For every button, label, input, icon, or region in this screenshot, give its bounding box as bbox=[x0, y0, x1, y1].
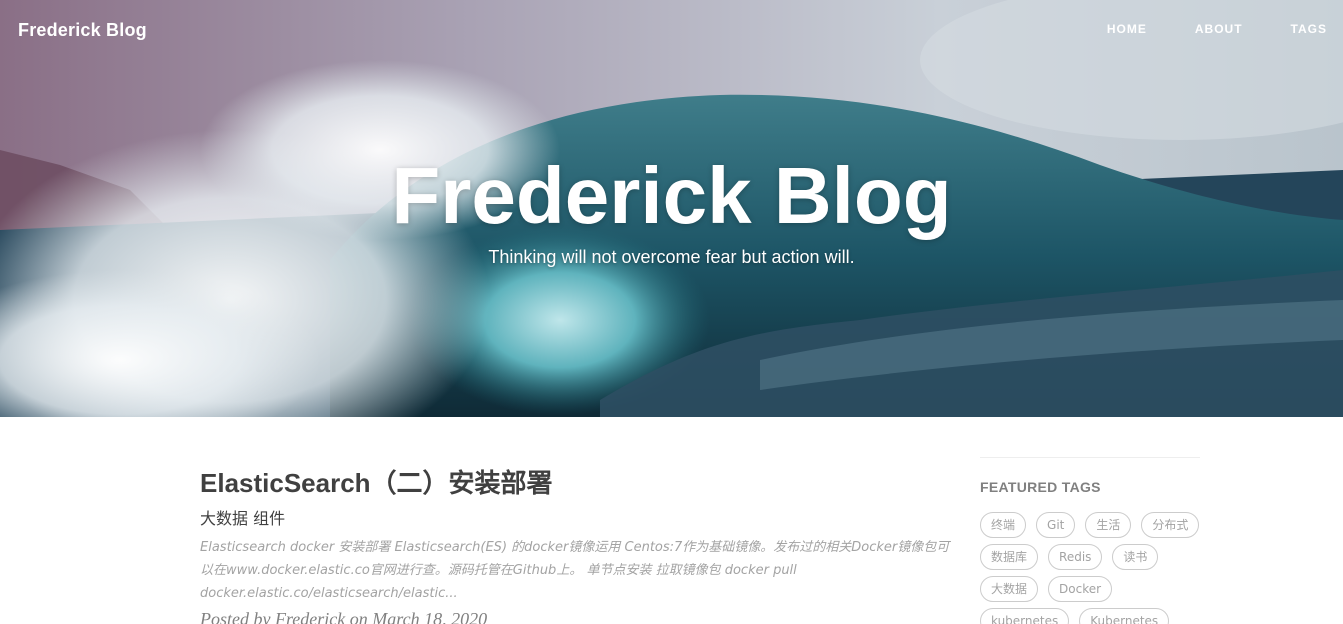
tag-link[interactable]: 生活 bbox=[1085, 512, 1132, 538]
top-nav: HOME ABOUT TAGS bbox=[1059, 22, 1327, 36]
tag-link[interactable]: Git bbox=[1036, 512, 1076, 538]
site-heading: Frederick Blog Thinking will not overcom… bbox=[0, 150, 1343, 270]
post-subtitle: 大数据 组件 bbox=[200, 509, 286, 528]
nav-link-tags[interactable]: TAGS bbox=[1291, 22, 1327, 36]
tag-link[interactable]: 分布式 bbox=[1141, 512, 1200, 538]
sidebar: FEATURED TAGS 终端 Git 生活 分布式 数据库 Redis 读书… bbox=[980, 457, 1200, 624]
tag-link[interactable]: Docker bbox=[1048, 576, 1113, 602]
tag-link[interactable]: 终端 bbox=[980, 512, 1027, 538]
post-meta: Posted by Frederick on March 18, 2020 bbox=[200, 609, 488, 624]
nav-link-home[interactable]: HOME bbox=[1107, 22, 1147, 36]
brand-link[interactable]: Frederick Blog bbox=[18, 20, 147, 41]
hero-header: Frederick Blog HOME ABOUT TAGS Frederick… bbox=[0, 0, 1343, 417]
tag-link[interactable]: 大数据 bbox=[980, 576, 1039, 602]
featured-tags-list: 终端 Git 生活 分布式 数据库 Redis 读书 大数据 Docker ku… bbox=[980, 512, 1210, 624]
tag-link[interactable]: Kubernetes bbox=[1079, 608, 1170, 624]
post-title-link[interactable]: ElasticSearch（二）安装部署 bbox=[200, 466, 955, 500]
post-excerpt: Elasticsearch docker 安装部署 Elasticsearch(… bbox=[200, 540, 950, 601]
sidebar-divider bbox=[980, 457, 1200, 458]
site-subtitle: Thinking will not overcome fear but acti… bbox=[488, 247, 855, 267]
site-title: Frederick Blog bbox=[391, 151, 952, 240]
tag-link[interactable]: kubernetes bbox=[980, 608, 1070, 624]
featured-tags-heading: FEATURED TAGS bbox=[980, 479, 1101, 495]
post-preview: ElasticSearch（二）安装部署 大数据 组件 Elasticsearc… bbox=[200, 466, 955, 624]
nav-link-about[interactable]: ABOUT bbox=[1195, 22, 1243, 36]
tag-link[interactable]: 读书 bbox=[1112, 544, 1159, 570]
tag-link[interactable]: Redis bbox=[1048, 544, 1103, 570]
tag-link[interactable]: 数据库 bbox=[980, 544, 1039, 570]
